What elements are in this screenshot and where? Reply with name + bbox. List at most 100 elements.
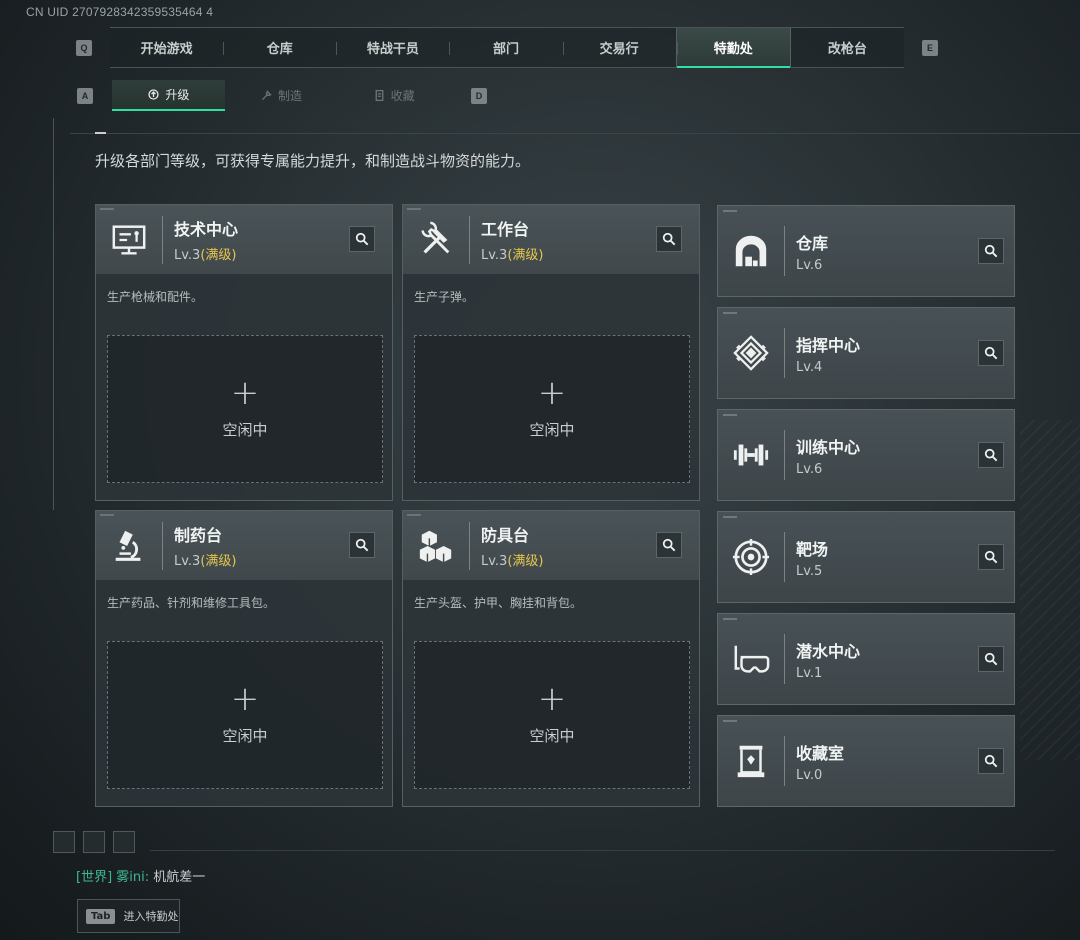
slot-status: 空闲中 xyxy=(222,420,268,439)
tab-trading[interactable]: 交易行 xyxy=(562,28,676,67)
maxed-badge: (满级) xyxy=(200,248,237,263)
card-separator xyxy=(162,521,163,570)
chat-channel-button[interactable] xyxy=(83,831,105,853)
search-button[interactable] xyxy=(656,532,682,558)
card-title: 训练中心 xyxy=(796,437,861,457)
card-level: Lv.1 xyxy=(796,665,823,681)
search-button[interactable] xyxy=(978,238,1004,264)
department-card-warehouse[interactable]: 仓库 Lv.6 xyxy=(717,205,1015,297)
tab-hint-label: 进入特勤处 xyxy=(123,910,179,923)
maxed-badge: (满级) xyxy=(200,554,237,569)
background-decoration xyxy=(1020,420,1080,760)
tab-start-game[interactable]: 开始游戏 xyxy=(110,28,223,67)
card-separator xyxy=(162,215,163,264)
search-button[interactable] xyxy=(349,532,375,558)
microscope-icon xyxy=(109,526,149,566)
chat-settings-button[interactable] xyxy=(113,831,135,853)
tab-key: Tab xyxy=(86,908,116,924)
search-button[interactable] xyxy=(978,442,1004,468)
corner-mark xyxy=(723,516,737,518)
card-header: 制药台 Lv.3(满级) xyxy=(96,511,392,580)
subtab-collection-label: 收藏 xyxy=(390,89,415,103)
nav-prev-key[interactable]: Q xyxy=(76,40,92,56)
slot-status: 空闲中 xyxy=(529,726,575,745)
department-card-tech-center[interactable]: 技术中心 Lv.3(满级) 生产枪械和配件。 + 空闲中 xyxy=(95,204,393,501)
card-description: 生产药品、针剂和维修工具包。 xyxy=(107,596,276,610)
add-icon: + xyxy=(537,678,567,719)
card-header: 防具台 Lv.3(满级) xyxy=(403,511,699,580)
card-level: Lv.6 xyxy=(796,257,823,273)
main-tab-bar: 开始游戏 仓库 特战干员 部门 交易行 特勤处 改枪台 xyxy=(110,27,904,68)
card-level: Lv.0 xyxy=(796,767,823,783)
subtab-upgrade-label: 升级 xyxy=(165,88,190,102)
corner-mark xyxy=(100,514,114,516)
tab-operators[interactable]: 特战干员 xyxy=(336,28,449,67)
department-card-armor-bench[interactable]: 防具台 Lv.3(满级) 生产头盔、护甲、胸挂和背包。 + 空闲中 xyxy=(402,510,700,807)
chat-text: 机航差一 xyxy=(153,870,206,885)
search-button[interactable] xyxy=(349,226,375,252)
chat-message[interactable]: [世界] 雾ini: 机航差一 xyxy=(76,866,205,885)
maxed-badge: (满级) xyxy=(507,554,544,569)
search-button[interactable] xyxy=(656,226,682,252)
chat-sender: 雾ini: xyxy=(116,870,150,885)
card-separator xyxy=(469,521,470,570)
production-slot[interactable]: + 空闲中 xyxy=(414,641,690,789)
search-icon xyxy=(984,652,998,666)
craft-icon xyxy=(261,90,272,101)
add-icon: + xyxy=(230,678,260,719)
subtab-upgrade[interactable]: 升级 xyxy=(112,80,225,111)
chat-divider xyxy=(150,850,1055,851)
maxed-badge: (满级) xyxy=(507,248,544,263)
nav-next-key[interactable]: E xyxy=(922,40,938,56)
production-slot[interactable]: + 空闲中 xyxy=(414,335,690,483)
chat-controls xyxy=(53,831,135,853)
department-card-collection-room[interactable]: 收藏室 Lv.0 xyxy=(717,715,1015,807)
tab-gunsmith[interactable]: 改枪台 xyxy=(791,28,904,67)
corner-mark xyxy=(723,312,737,314)
card-title: 收藏室 xyxy=(796,743,845,763)
page-description: 升级各部门等级，可获得专属能力提升，和制造战斗物资的能力。 xyxy=(95,152,531,170)
card-title: 靶场 xyxy=(796,539,829,559)
card-title: 工作台 xyxy=(481,220,530,239)
tab-department[interactable]: 部门 xyxy=(449,28,562,67)
card-title: 指挥中心 xyxy=(796,335,861,355)
card-header: 工作台 Lv.3(满级) xyxy=(403,205,699,274)
tab-special-ops[interactable]: 特勤处 xyxy=(675,28,791,68)
department-card-diving-center[interactable]: 潜水中心 Lv.1 xyxy=(717,613,1015,705)
card-level: Lv.3(满级) xyxy=(481,554,544,569)
subtab-craft[interactable]: 制造 xyxy=(225,80,338,111)
card-separator xyxy=(784,226,785,276)
boxes-icon xyxy=(416,526,456,566)
add-icon: + xyxy=(230,372,260,413)
search-button[interactable] xyxy=(978,748,1004,774)
search-icon xyxy=(984,346,998,360)
department-card-workbench[interactable]: 工作台 Lv.3(满级) 生产子弹。 + 空闲中 xyxy=(402,204,700,501)
target-icon xyxy=(731,537,771,577)
corner-mark xyxy=(723,720,737,722)
department-card-pharmacy[interactable]: 制药台 Lv.3(满级) 生产药品、针剂和维修工具包。 + 空闲中 xyxy=(95,510,393,807)
department-card-shooting-range[interactable]: 靶场 Lv.5 xyxy=(717,511,1015,603)
chat-expand-button[interactable] xyxy=(53,831,75,853)
search-button[interactable] xyxy=(978,646,1004,672)
production-slot[interactable]: + 空闲中 xyxy=(107,335,383,483)
card-separator xyxy=(784,328,785,378)
card-separator xyxy=(784,430,785,480)
add-icon: + xyxy=(537,372,567,413)
production-slot[interactable]: + 空闲中 xyxy=(107,641,383,789)
search-button[interactable] xyxy=(978,544,1004,570)
card-level: Lv.6 xyxy=(796,461,823,477)
subtab-collection[interactable]: 收藏 xyxy=(337,80,450,111)
subnav-prev-key[interactable]: A xyxy=(77,88,93,104)
slot-status: 空闲中 xyxy=(222,726,268,745)
department-card-training-center[interactable]: 训练中心 Lv.6 xyxy=(717,409,1015,501)
chat-channel: [世界] xyxy=(76,870,113,885)
search-icon xyxy=(984,244,998,258)
slot-status: 空闲中 xyxy=(529,420,575,439)
department-card-command-center[interactable]: 指挥中心 Lv.4 xyxy=(717,307,1015,399)
corner-mark xyxy=(407,514,421,516)
search-button[interactable] xyxy=(978,340,1004,366)
subnav-next-key[interactable]: D xyxy=(471,88,487,104)
sub-tab-bar: 升级 制造 收藏 xyxy=(112,80,450,111)
enter-special-ops-button[interactable]: Tab 进入特勤处 xyxy=(77,899,180,933)
tab-warehouse[interactable]: 仓库 xyxy=(223,28,336,67)
